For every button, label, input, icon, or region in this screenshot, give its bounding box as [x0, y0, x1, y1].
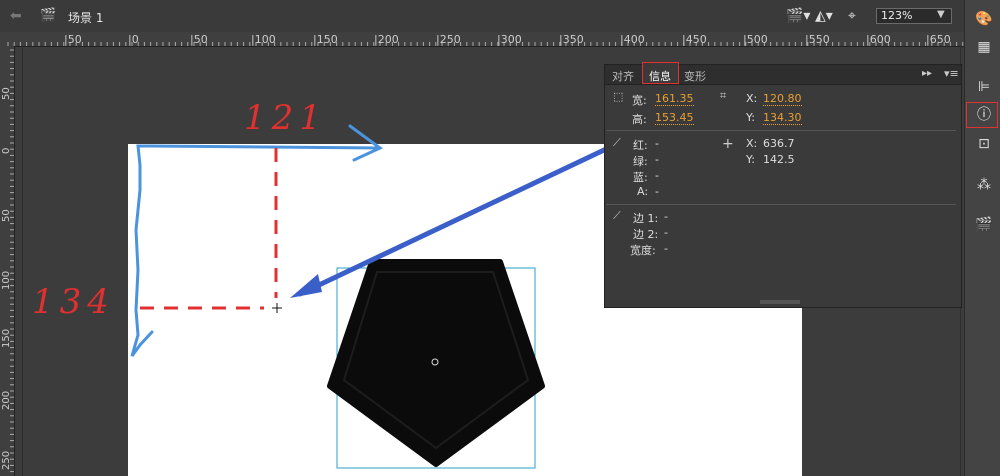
mouse-y-value: 142.5 [763, 153, 795, 166]
color-palette-icon[interactable]: 🎨 [968, 8, 1000, 30]
panel-dock [964, 0, 1000, 476]
alpha-value: - [655, 185, 659, 198]
edge1-value: - [664, 210, 668, 223]
panel-resize-grip[interactable] [760, 300, 800, 304]
x-label: X: [746, 92, 758, 105]
align-icon[interactable]: ⊫ [968, 76, 1000, 98]
annotation-arrowhead [348, 124, 383, 162]
panel-menu-icon[interactable]: ▾≡ [944, 67, 959, 80]
line-tool-icon: ⟋ [613, 209, 621, 222]
mouse-x-label: X: [746, 137, 758, 150]
red-value: - [655, 137, 659, 150]
alpha-label: A: [637, 185, 649, 198]
stroke-width-value: - [664, 242, 668, 255]
collapse-icon[interactable]: ▸▸ [922, 68, 932, 79]
annotation-y-value: 134 [32, 282, 115, 322]
green-value: - [655, 153, 659, 166]
eyedropper-icon: ⟋ [613, 136, 621, 149]
annotation-x-value: 121 [244, 98, 327, 138]
tab-align[interactable]: 对齐 [612, 68, 634, 84]
x-value[interactable]: 120.80 [763, 92, 802, 106]
edge1-label: 边 1: [633, 212, 659, 225]
divider [606, 204, 956, 205]
tab-info[interactable]: 信息 [649, 68, 671, 84]
green-label: 绿: [633, 155, 648, 168]
info-icon[interactable]: ⓘ [968, 104, 1000, 126]
swatches-grid-icon[interactable]: ▦ [968, 36, 1000, 58]
y-label: Y: [746, 111, 755, 124]
blue-value: - [655, 169, 659, 182]
transform-icon[interactable]: ⊡ [968, 133, 1000, 155]
motion-presets-icon[interactable]: 🎬 [968, 214, 1000, 236]
height-label: 高: [632, 113, 647, 126]
blue-label: 蓝: [633, 171, 648, 184]
crosshair-icon: + [722, 136, 734, 152]
registration-grid-icon[interactable]: ⌗ [720, 89, 726, 103]
divider [606, 130, 956, 131]
stroke-width-label: 宽度: [630, 244, 656, 257]
crosshair-icon [272, 303, 282, 313]
bounds-icon: ⬚ [613, 90, 624, 103]
tab-transform[interactable]: 变形 [684, 68, 706, 84]
width-value[interactable]: 161.35 [655, 92, 694, 106]
annotation-arrow-head [290, 274, 322, 298]
mouse-y-label: Y: [746, 153, 755, 166]
mouse-x-value: 636.7 [763, 137, 795, 150]
edge2-label: 边 2: [633, 228, 659, 241]
annotation-bracket [130, 144, 382, 357]
pentagon-shape [327, 259, 545, 467]
edge2-value: - [664, 226, 668, 239]
width-label: 宽: [632, 94, 647, 107]
components-icon[interactable]: ⁂ [968, 174, 1000, 196]
y-value[interactable]: 134.30 [763, 111, 802, 125]
red-label: 红: [633, 139, 648, 152]
height-value[interactable]: 153.45 [655, 111, 694, 125]
